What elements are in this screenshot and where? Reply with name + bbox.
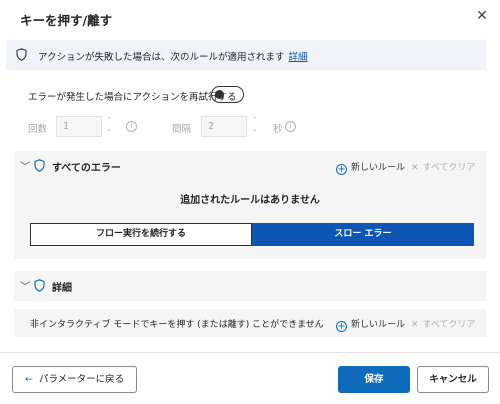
no-rules-text: 追加されたルールはありません: [180, 195, 320, 206]
interval-stepper[interactable]: ⌃ ⌄: [250, 116, 260, 137]
cancel-button[interactable]: キャンセル: [417, 366, 489, 393]
info-bar-text: アクションが失敗した場合は、次のルールが適用されます 詳細: [38, 49, 308, 63]
shield-icon: [34, 159, 45, 175]
new-rule-button[interactable]: + 新しいルール: [336, 160, 405, 175]
info-bar: アクションが失敗した場合は、次のルールが適用されます 詳細: [6, 40, 486, 70]
new-rule-label: 新しいルール: [351, 163, 406, 173]
info-bar-message: アクションが失敗した場合は、次のルールが適用されます: [38, 52, 285, 63]
detail-error-row: 非インタラクティブ モードでキーを押す (または離す) ことができません + 新し…: [14, 309, 486, 337]
dialog-title: キーを押す/離す: [20, 13, 113, 28]
details-header[interactable]: ﹀ 詳細: [14, 271, 486, 301]
chevron-down-icon[interactable]: ﹀: [20, 158, 30, 173]
details-link[interactable]: 詳細: [289, 52, 308, 63]
shield-icon: [16, 48, 27, 64]
interval-label: 間隔: [172, 124, 192, 135]
new-rule-label: 新しいルール: [351, 320, 406, 330]
close-icon[interactable]: ✕: [474, 8, 490, 24]
clear-all-label: すべてクリア: [422, 320, 476, 330]
clear-all-button[interactable]: ✕ すべてクリア: [411, 317, 476, 330]
count-stepper[interactable]: ⌃ ⌄: [104, 116, 114, 137]
all-errors-title: すべてのエラー: [52, 163, 121, 174]
footer-divider: [0, 352, 500, 353]
retry-toggle[interactable]: [211, 86, 244, 103]
interval-input[interactable]: 2: [201, 116, 247, 137]
close-icon: ✕: [411, 320, 419, 330]
seconds-label: 秒: [273, 124, 283, 135]
clear-all-label: すべてクリア: [422, 163, 476, 173]
detail-error-text: 非インタラクティブ モードでキーを押す (または離す) ことができません: [30, 320, 324, 330]
details-title: 詳細: [52, 283, 72, 294]
count-label: 回数: [28, 124, 48, 135]
all-errors-body: 追加されたルールはありません フロー実行を続行する スロー エラー: [14, 181, 486, 259]
continue-flow-option[interactable]: フロー実行を続行する: [30, 223, 252, 246]
retry-label: エラーが発生した場合にアクションを再試行する: [28, 92, 237, 103]
back-label: パラメーターに戻る: [38, 374, 125, 385]
toggle-knob: [215, 89, 224, 99]
arrow-left-icon: ←: [25, 374, 33, 385]
clear-all-button[interactable]: ✕ すべてクリア: [411, 160, 476, 173]
info-icon[interactable]: i: [126, 121, 137, 132]
save-button[interactable]: 保存: [338, 366, 410, 393]
chevron-down-icon[interactable]: ﹀: [20, 278, 30, 293]
throw-error-option[interactable]: スロー エラー: [252, 223, 474, 246]
shield-icon: [34, 279, 45, 295]
close-icon: ✕: [411, 163, 419, 173]
plus-circle-icon: +: [336, 321, 347, 332]
back-to-parameters-button[interactable]: ← パラメーターに戻る: [12, 366, 137, 393]
new-rule-button[interactable]: + 新しいルール: [336, 317, 405, 332]
all-errors-header[interactable]: ﹀ すべてのエラー + 新しいルール ✕ すべてクリア: [14, 151, 486, 181]
info-icon[interactable]: i: [285, 121, 296, 132]
plus-circle-icon: +: [336, 164, 347, 175]
count-input[interactable]: 1: [56, 116, 102, 137]
